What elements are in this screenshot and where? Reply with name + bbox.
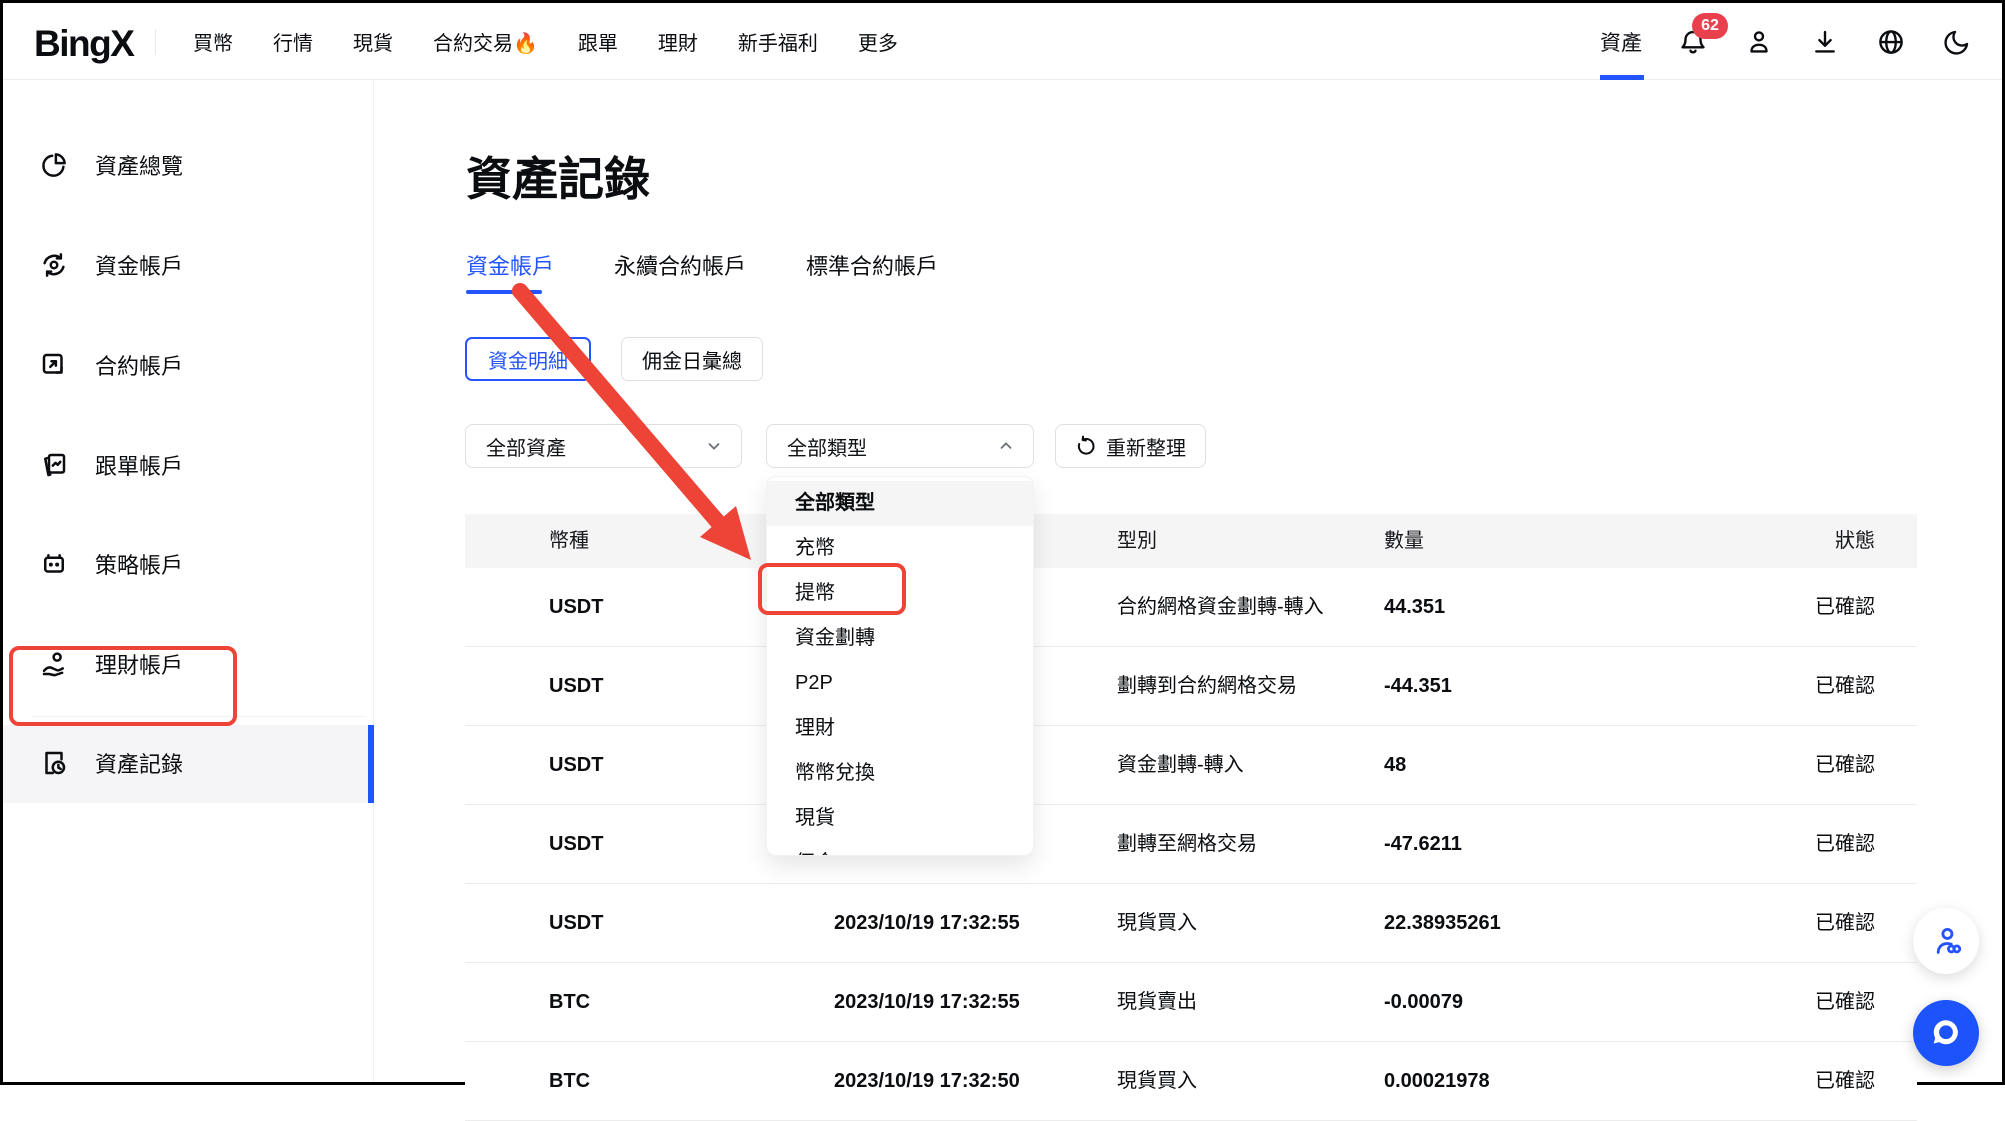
type-filter-value: 全部類型	[787, 432, 867, 461]
affiliate-button[interactable]	[1913, 908, 1979, 974]
nav-right-cluster: 資產 62	[1600, 3, 1972, 80]
chat-bubble-icon	[1928, 1015, 1964, 1051]
user-icon	[1744, 27, 1774, 57]
table-header: 幣種 型別 數量 狀態	[465, 514, 1917, 568]
account-tabs: 資金帳戶 永續合約帳戶 標準合約帳戶	[466, 249, 938, 281]
table-row: BTC 2023/10/19 17:32:50 現貨買入 0.00021978 …	[465, 1042, 1917, 1121]
table-row: BTC 2023/10/19 17:32:55 現貨賣出 -0.00079 已確…	[465, 963, 1917, 1042]
tab-perpetual-account[interactable]: 永續合約帳戶	[614, 249, 746, 281]
nav-item-assets[interactable]: 資產	[1600, 3, 1642, 80]
globe-icon	[1876, 27, 1906, 57]
pie-chart-icon	[39, 150, 69, 180]
table-row: USDT 合約網格資金劃轉-轉入 44.351 已確認	[465, 568, 1917, 647]
dropdown-option-p2p[interactable]: P2P	[767, 661, 1033, 706]
bingx-logo[interactable]: BingX	[34, 23, 133, 65]
nav-item-copy-trading[interactable]: 跟單	[578, 27, 618, 56]
subtab-commission-daily-summary[interactable]: 佣金日彙總	[621, 337, 763, 381]
sidebar-divider	[31, 716, 365, 717]
status-badge: 已確認	[1815, 726, 1875, 804]
dropdown-option-withdraw[interactable]: 提幣	[767, 571, 1033, 616]
dropdown-option-coin-swap[interactable]: 幣幣兌換	[767, 751, 1033, 796]
contract-doc-icon	[39, 350, 69, 380]
tab-standard-account[interactable]: 標準合約帳戶	[806, 249, 938, 281]
notification-badge: 62	[1692, 13, 1728, 39]
type-dropdown-menu: 全部類型 充幣 提幣 資金劃轉 P2P 理財 幣幣兌換 現貨 佣金	[766, 476, 1034, 856]
sidebar-item-asset-records[interactable]: 資產記錄	[3, 731, 374, 795]
dropdown-option-wealth[interactable]: 理財	[767, 706, 1033, 751]
table-row: USDT 劃轉到合約網格交易 -44.351 已確認	[465, 647, 1917, 726]
sidebar-item-contract-account[interactable]: 合約帳戶	[3, 333, 374, 397]
refresh-icon	[1075, 435, 1097, 457]
copy-trade-icon	[39, 450, 69, 480]
table-row: USDT 資金劃轉-轉入 48 已確認	[465, 726, 1917, 805]
status-badge: 已確認	[1815, 647, 1875, 725]
funding-cycle-icon	[39, 250, 69, 280]
type-filter-select[interactable]: 全部類型	[766, 424, 1034, 468]
tab-fund-account[interactable]: 資金帳戶	[466, 249, 554, 281]
person-link-icon	[1929, 924, 1963, 958]
chevron-down-icon	[705, 437, 723, 455]
asset-records-icon	[39, 748, 69, 778]
dropdown-option-deposit[interactable]: 充幣	[767, 526, 1033, 571]
nav-item-rewards[interactable]: 新手福利	[738, 27, 818, 56]
header-coin: 幣種	[549, 514, 589, 568]
download-app-button[interactable]	[1810, 27, 1840, 57]
table-row: USDT 2023/10/19 17:32:55 現貨買入 22.3893526…	[465, 884, 1917, 963]
nav-item-buy-crypto[interactable]: 買幣	[193, 27, 233, 56]
asset-filter-value: 全部資產	[486, 432, 566, 461]
status-badge: 已確認	[1815, 963, 1875, 1041]
status-badge: 已確認	[1815, 568, 1875, 646]
asset-filter-select[interactable]: 全部資產	[465, 424, 742, 468]
moon-icon	[1942, 27, 1972, 57]
dropdown-option-spot[interactable]: 現貨	[767, 796, 1033, 841]
nav-divider	[155, 29, 156, 55]
download-icon	[1810, 27, 1840, 57]
dropdown-option-commission-clipped[interactable]: 佣金	[767, 841, 1033, 856]
assets-active-underline	[1600, 75, 1644, 80]
sidebar: 資產總覽 資金帳戶 合約帳戶 跟單帳戶 策略帳戶	[3, 80, 374, 1082]
notifications-button[interactable]: 62	[1678, 27, 1708, 57]
status-badge: 已確認	[1815, 884, 1875, 962]
active-tab-underline	[466, 290, 542, 294]
page-title: 資產記錄	[466, 143, 650, 209]
sidebar-item-fund-account[interactable]: 資金帳戶	[3, 233, 374, 297]
theme-toggle-button[interactable]	[1942, 27, 1972, 57]
sidebar-item-wealth-account[interactable]: 理財帳戶	[3, 632, 374, 696]
wealth-hand-icon	[39, 649, 69, 679]
support-chat-button[interactable]	[1913, 1000, 1979, 1066]
language-button[interactable]	[1876, 27, 1906, 57]
table-row: USDT 劃轉至網格交易 -47.6211 已確認	[465, 805, 1917, 884]
nav-item-wealth[interactable]: 理財	[658, 27, 698, 56]
nav-item-markets[interactable]: 行情	[273, 27, 313, 56]
nav-item-spot[interactable]: 現貨	[353, 27, 393, 56]
strategy-bot-icon	[39, 549, 69, 579]
status-badge: 已確認	[1815, 1042, 1875, 1120]
status-badge: 已確認	[1815, 805, 1875, 883]
dropdown-option-fund-transfer[interactable]: 資金劃轉	[767, 616, 1033, 661]
refresh-button[interactable]: 重新整理	[1055, 424, 1206, 468]
chevron-up-icon	[997, 437, 1015, 455]
top-navbar: BingX 買幣 行情 現貨 合約交易🔥 跟單 理財 新手福利 更多 資產 62	[3, 3, 2002, 80]
sidebar-item-asset-overview[interactable]: 資產總覽	[3, 133, 374, 197]
account-button[interactable]	[1744, 27, 1774, 57]
nav-item-more[interactable]: 更多	[858, 27, 898, 56]
header-status: 狀態	[1835, 514, 1875, 568]
header-type: 型別	[1117, 514, 1157, 568]
sidebar-item-copy-trading-account[interactable]: 跟單帳戶	[3, 433, 374, 497]
dropdown-option-all-types[interactable]: 全部類型	[767, 481, 1033, 526]
nav-item-futures[interactable]: 合約交易🔥	[433, 27, 538, 56]
sidebar-item-strategy-account[interactable]: 策略帳戶	[3, 532, 374, 596]
nav-menu: 買幣 行情 現貨 合約交易🔥 跟單 理財 新手福利 更多	[193, 3, 898, 80]
subtab-fund-details[interactable]: 資金明細	[465, 337, 591, 381]
header-amount: 數量	[1384, 514, 1424, 568]
